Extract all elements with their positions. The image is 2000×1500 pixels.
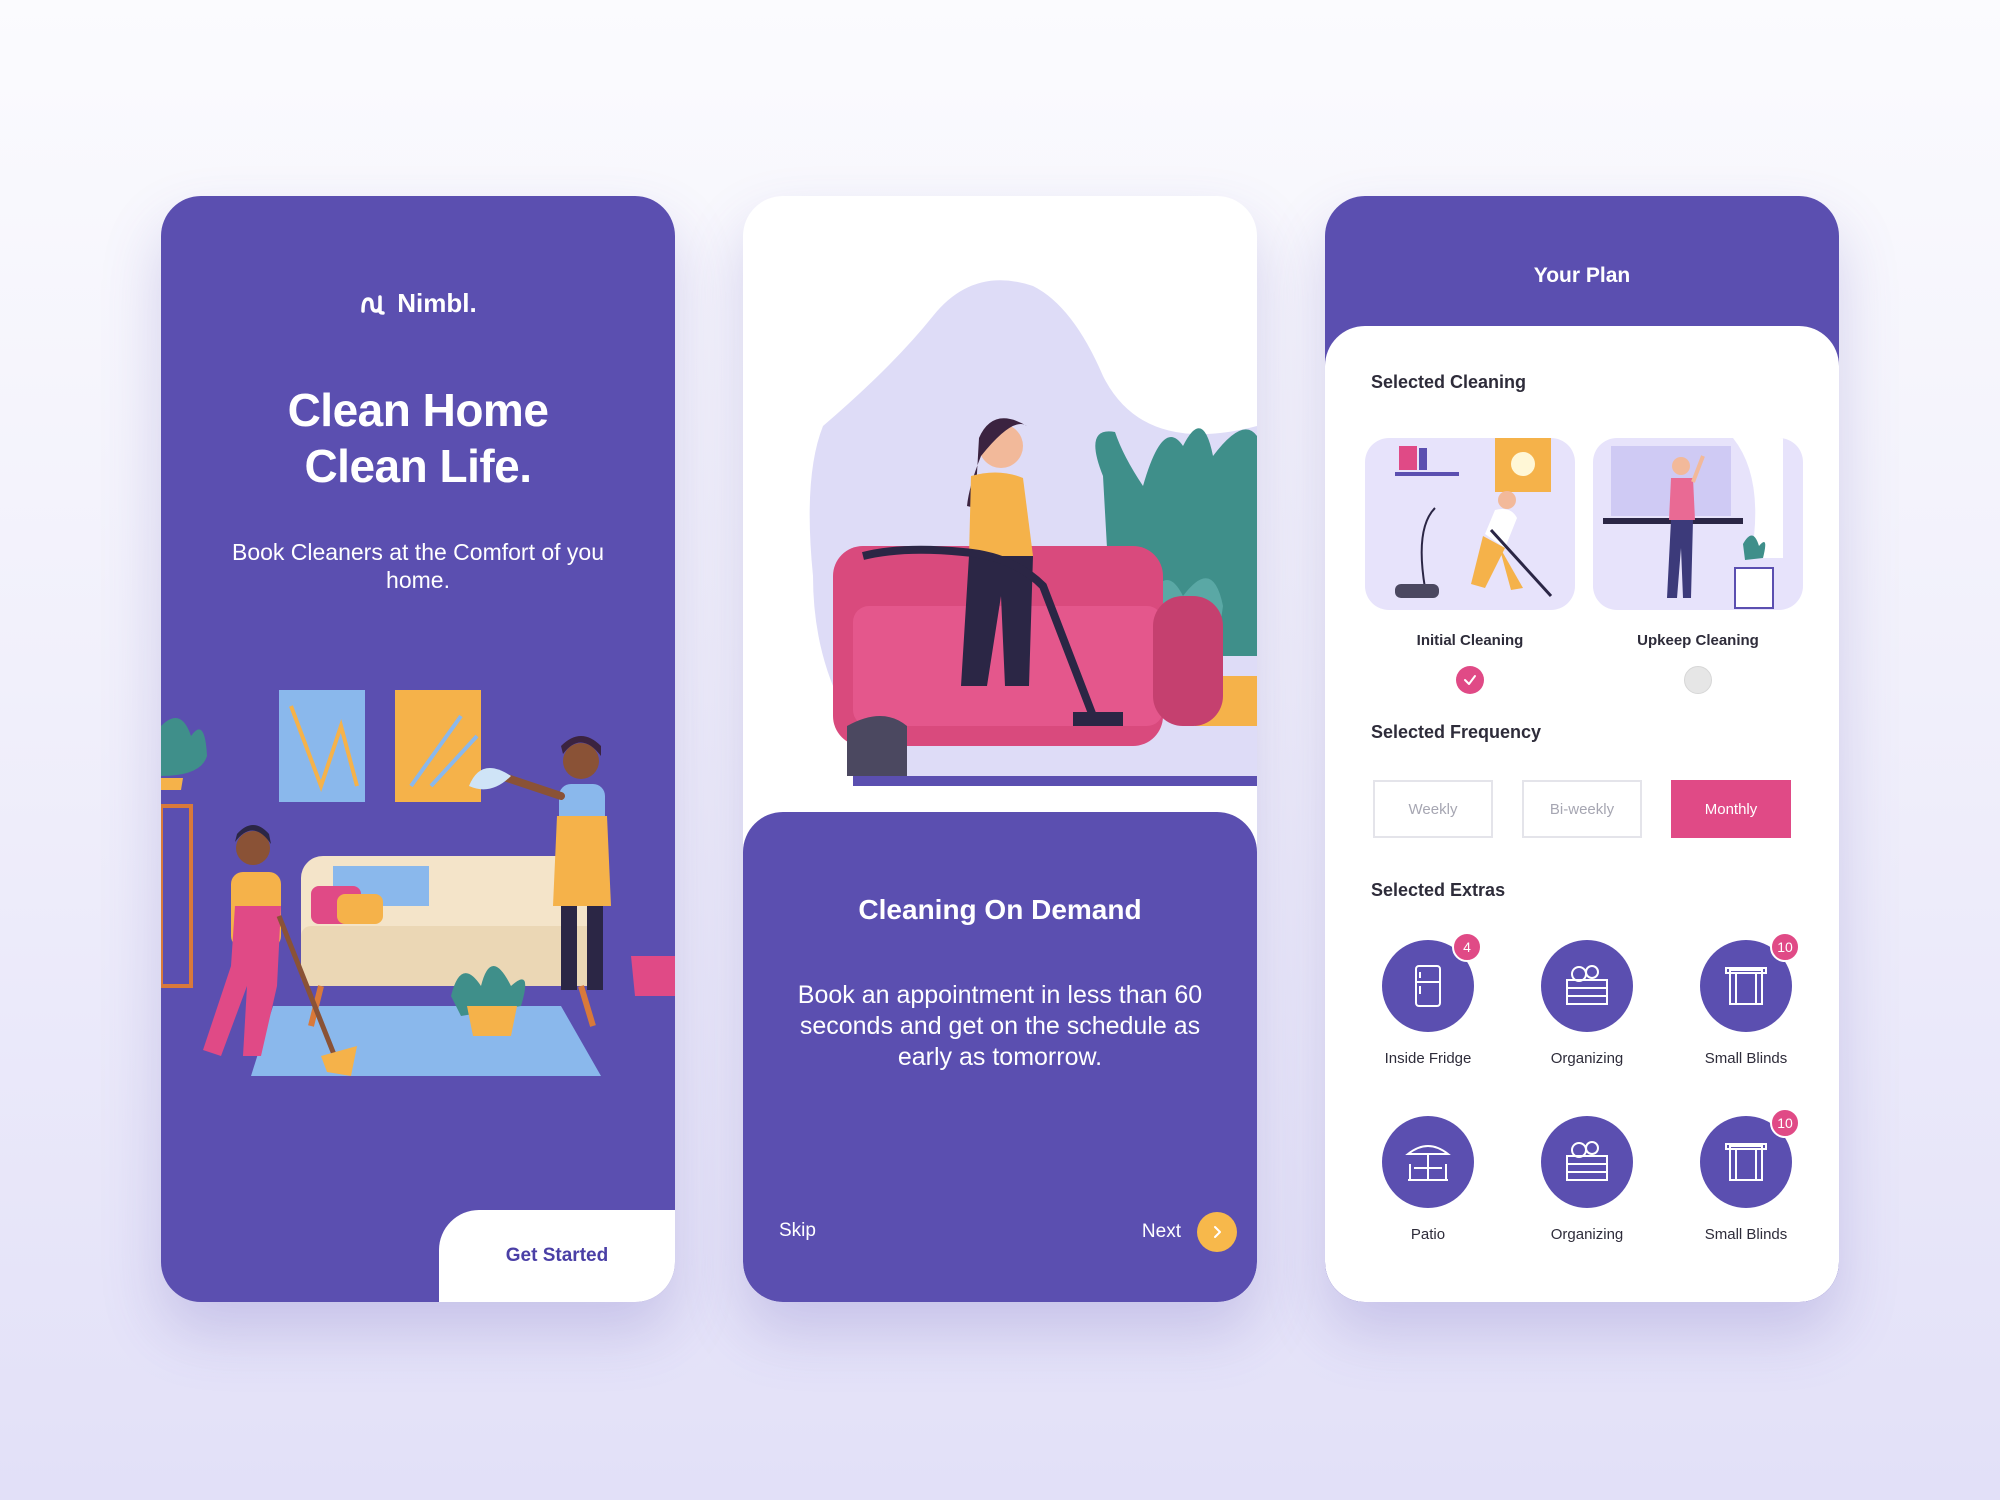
upkeep-cleaning-illustration [1603,438,1783,609]
frequency-weekly-button[interactable]: Weekly [1373,780,1493,838]
hero-title: Clean Home Clean Life. [161,382,675,494]
brand-logo: Nimbl. [161,288,675,319]
fridge-icon [1415,965,1441,1007]
extra-patio[interactable]: Patio [1358,1116,1498,1243]
initial-cleaning-radio[interactable] [1456,666,1484,694]
selected-cleaning-label: Selected Cleaning [1371,372,1527,392]
onboarding-screen: Nimbl. Clean Home Clean Life. Book Clean… [161,196,675,1302]
extra-label: Small Blinds [1704,1050,1788,1067]
intro-title: Cleaning On Demand [858,894,1142,925]
patio-icon [1405,1145,1451,1181]
plan-title: Your Plan [1533,264,1631,287]
extra-circle: 4 [1382,932,1482,1032]
upkeep-cleaning-label: Upkeep Cleaning [1637,632,1759,649]
plan-body: Selected Cleaning Initial Cleaning Upkee… [1325,326,1839,1302]
hero-subtitle: Book Cleaners at the Comfort of you home… [231,539,605,593]
intro-card: Cleaning On Demand Book an appointment i… [743,812,1257,1302]
brand-mark-icon [361,294,386,315]
extra-label: Organizing [1550,1050,1624,1067]
extra-inside-fridge[interactable]: 4 Inside Fridge [1358,932,1498,1067]
extra-count-badge: 4 [1452,932,1482,962]
cleaners-living-room-illustration [161,690,675,1076]
initial-cleaning-illustration [1395,438,1553,598]
intro-screen: Cleaning On Demand Book an appointment i… [743,196,1257,1302]
extra-circle [1382,1116,1474,1208]
crate-icon [1566,1141,1608,1181]
extra-count-badge: 10 [1770,1108,1800,1138]
upkeep-cleaning-radio[interactable] [1684,666,1712,694]
next-button[interactable]: Next [1142,1212,1237,1252]
intro-body: Book an appointment in less than 60 seco… [797,981,1203,1071]
frequency-monthly-button[interactable]: Monthly [1671,780,1791,838]
brand-name: Nimbl. [397,288,477,318]
extra-small-blinds[interactable]: 10 Small Blinds [1676,932,1816,1067]
window-icon [1725,967,1767,1005]
upkeep-cleaning-card[interactable] [1593,438,1803,610]
extra-circle [1541,940,1633,1032]
extra-label: Inside Fridge [1384,1050,1472,1067]
extra-organizing[interactable]: Organizing [1517,940,1657,1067]
initial-cleaning-label: Initial Cleaning [1416,632,1524,649]
frequency-biweekly-button[interactable]: Bi-weekly [1522,780,1642,838]
extra-organizing-2[interactable]: Organizing [1517,1116,1657,1243]
extra-count-badge: 10 [1770,932,1800,962]
extra-label: Patio [1410,1226,1446,1243]
crate-icon [1566,965,1608,1005]
chevron-right-icon [1197,1212,1237,1252]
vacuuming-woman-illustration [809,280,1257,786]
initial-cleaning-card[interactable] [1365,438,1575,610]
extra-label: Organizing [1550,1226,1624,1243]
get-started-button[interactable]: Get Started [439,1210,675,1302]
selected-frequency-label: Selected Frequency [1371,722,1542,742]
extra-circle: 10 [1700,1108,1800,1208]
plan-screen: Your Plan Selected Cleaning Initial Clea… [1325,196,1839,1302]
extra-small-blinds-2[interactable]: 10 Small Blinds [1676,1108,1816,1243]
check-icon [1464,675,1476,685]
next-label: Next [1141,1221,1181,1242]
window-icon [1725,1143,1767,1181]
extra-circle [1541,1116,1633,1208]
selected-extras-label: Selected Extras [1371,880,1506,900]
extra-circle: 10 [1700,932,1800,1032]
extra-label: Small Blinds [1704,1226,1788,1243]
skip-button[interactable]: Skip [779,1220,816,1242]
hero-title-line2: Clean Life. [304,440,532,492]
hero-title-line1: Clean Home [287,384,549,436]
